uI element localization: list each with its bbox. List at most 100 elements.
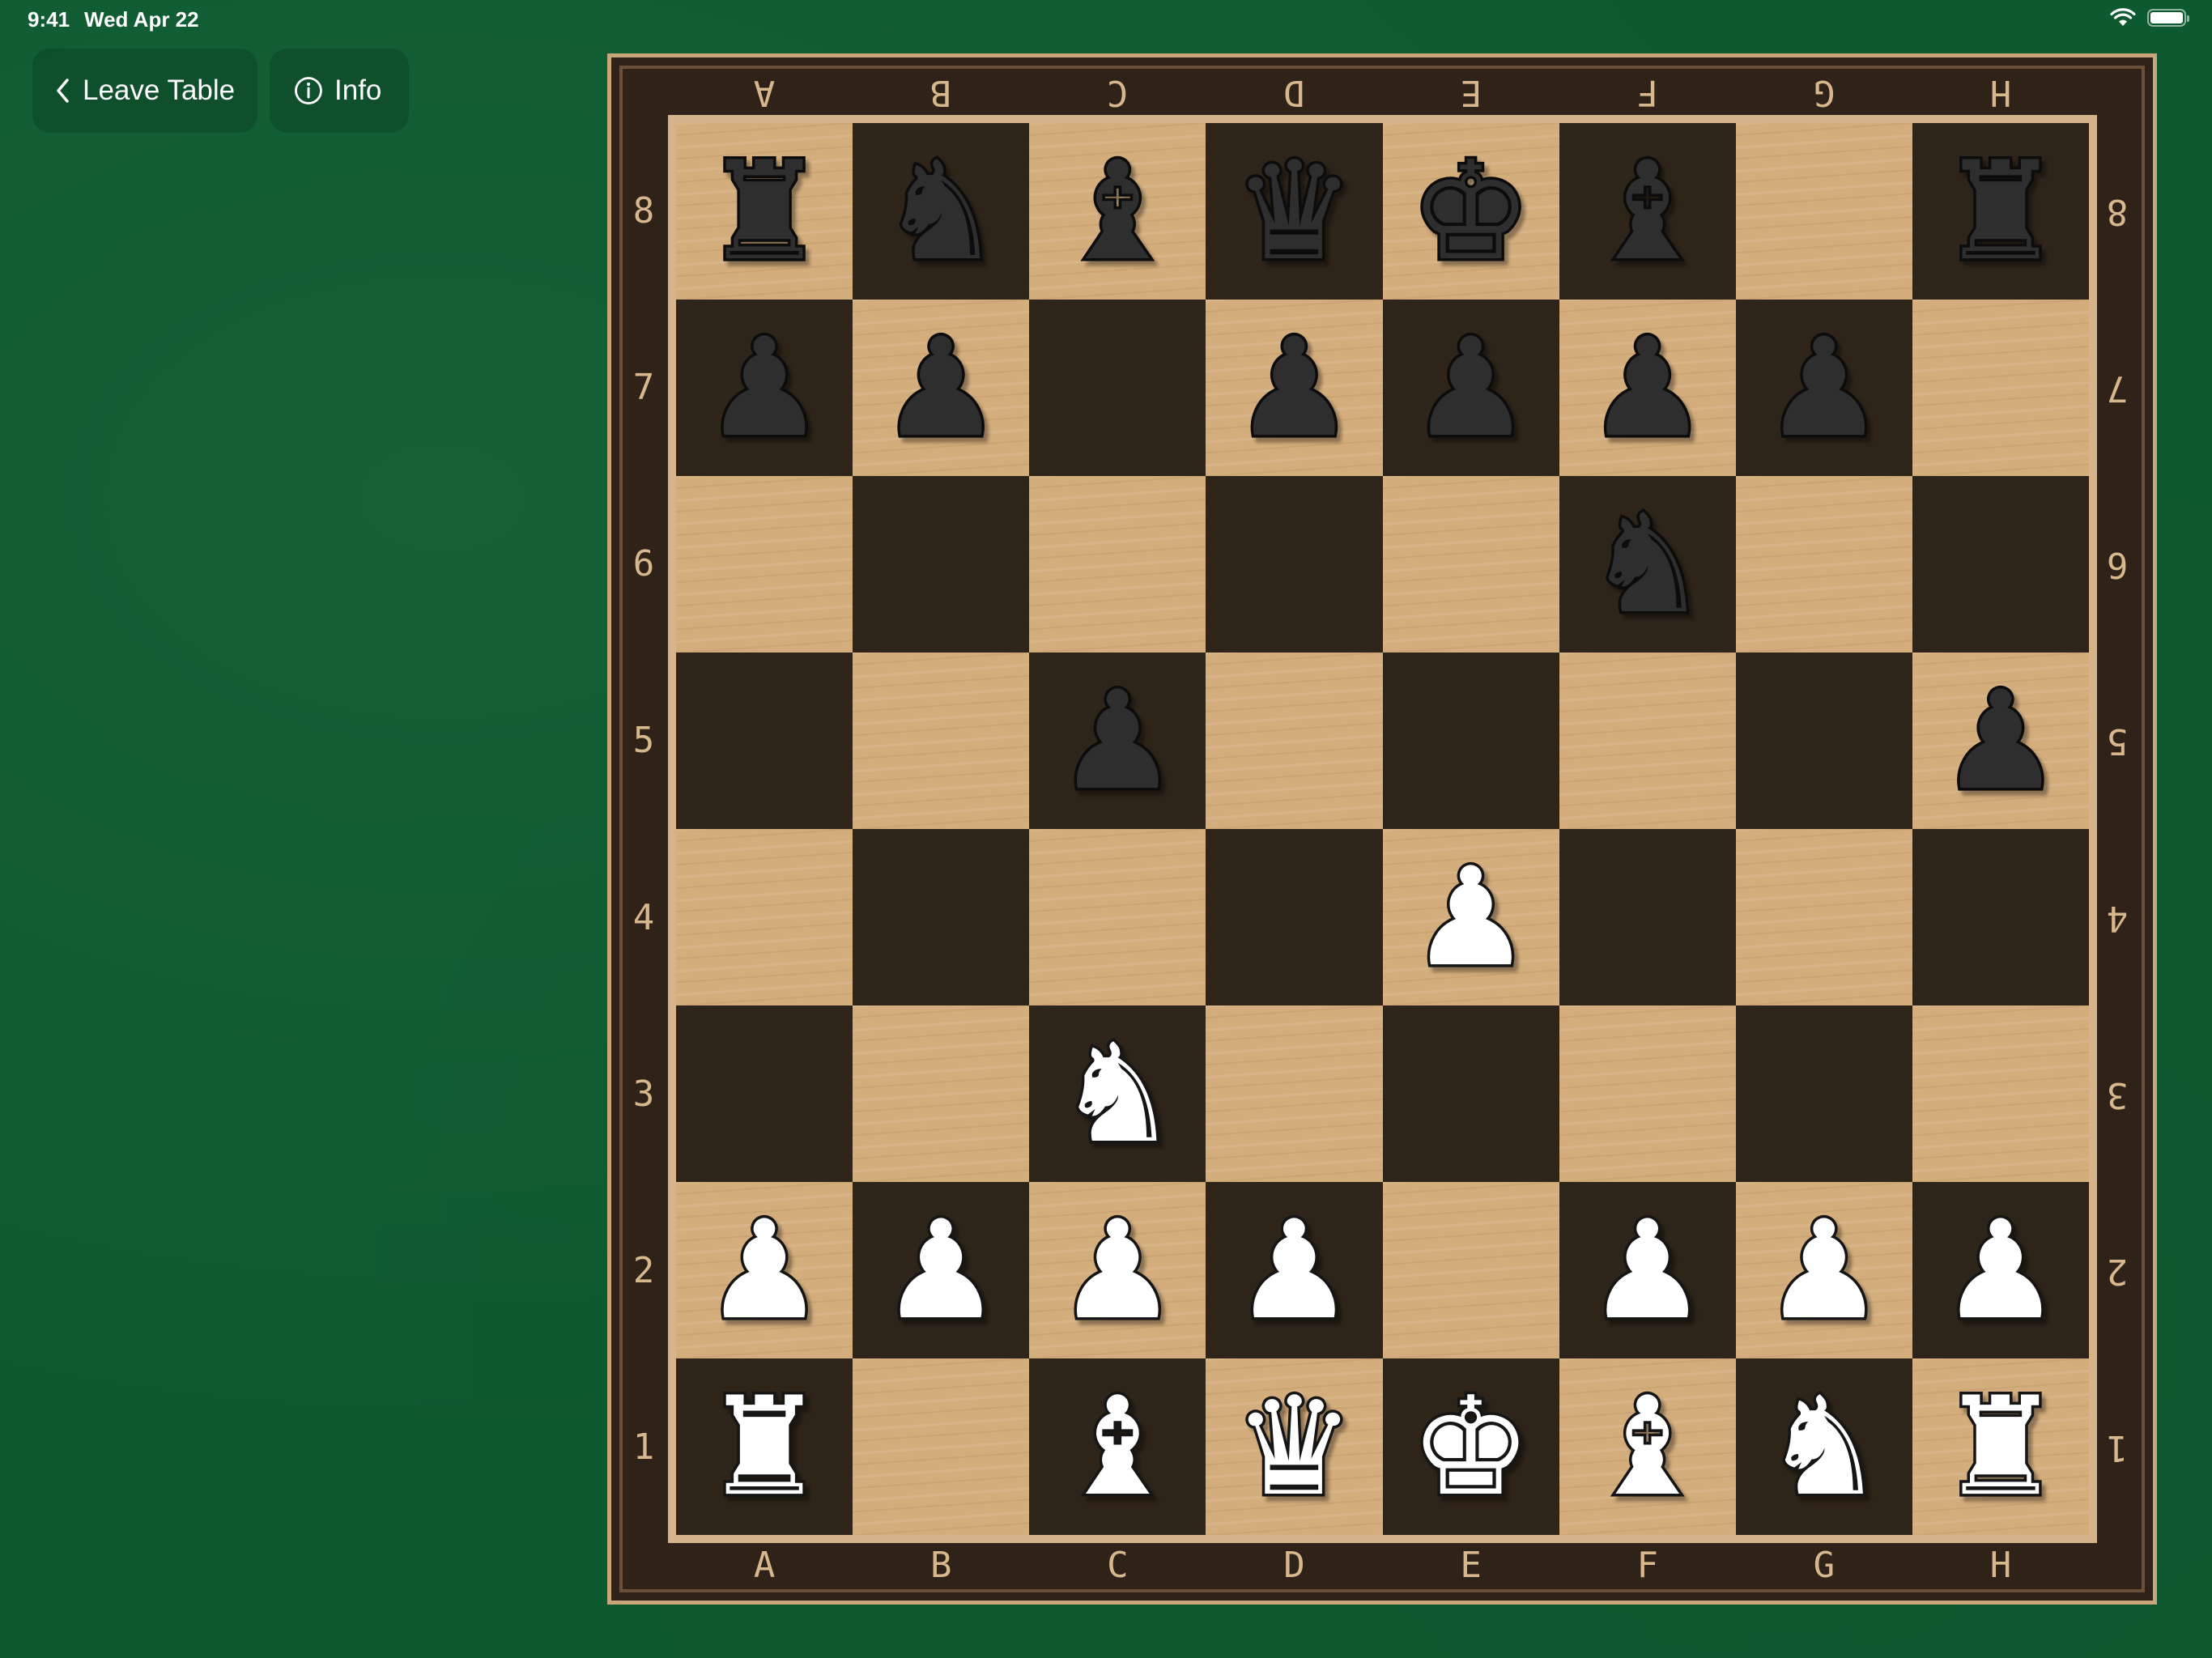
square-e8[interactable]: ♚ bbox=[1382, 123, 1559, 300]
square-c5[interactable]: ♟ bbox=[1029, 653, 1206, 829]
square-a6[interactable] bbox=[676, 476, 853, 653]
square-c6[interactable] bbox=[1029, 476, 1206, 653]
square-h7[interactable] bbox=[1912, 300, 2089, 476]
black-rook-a8[interactable]: ♜ bbox=[700, 141, 828, 283]
square-h1[interactable]: ♜ bbox=[1912, 1358, 2089, 1535]
square-c7[interactable] bbox=[1029, 300, 1206, 476]
square-d3[interactable] bbox=[1206, 1005, 1383, 1182]
white-pawn-a2[interactable]: ♟ bbox=[700, 1200, 828, 1341]
white-pawn-g2[interactable]: ♟ bbox=[1760, 1200, 1888, 1341]
black-pawn-e7[interactable]: ♟ bbox=[1407, 317, 1535, 459]
square-a7[interactable]: ♟ bbox=[676, 300, 853, 476]
square-f6[interactable]: ♞ bbox=[1559, 476, 1736, 653]
square-a4[interactable] bbox=[676, 829, 853, 1005]
black-knight-f6[interactable]: ♞ bbox=[1584, 494, 1712, 636]
square-g1[interactable]: ♞ bbox=[1735, 1358, 1912, 1535]
square-f8[interactable]: ♝ bbox=[1559, 123, 1736, 300]
square-b1[interactable] bbox=[853, 1358, 1030, 1535]
black-rook-h8[interactable]: ♜ bbox=[1937, 141, 2065, 283]
file-label-top-e: E bbox=[1460, 72, 1482, 113]
square-d5[interactable] bbox=[1206, 653, 1383, 829]
black-pawn-g7[interactable]: ♟ bbox=[1760, 317, 1888, 459]
black-pawn-c5[interactable]: ♟ bbox=[1054, 670, 1182, 812]
white-knight-c3[interactable]: ♞ bbox=[1054, 1023, 1182, 1165]
square-b4[interactable] bbox=[853, 829, 1030, 1005]
info-button[interactable]: Info bbox=[270, 49, 409, 133]
square-b2[interactable]: ♟ bbox=[853, 1182, 1030, 1358]
black-pawn-f7[interactable]: ♟ bbox=[1584, 317, 1712, 459]
square-a8[interactable]: ♜ bbox=[676, 123, 853, 300]
square-f2[interactable]: ♟ bbox=[1559, 1182, 1736, 1358]
square-g5[interactable] bbox=[1735, 653, 1912, 829]
square-b7[interactable]: ♟ bbox=[853, 300, 1030, 476]
square-a1[interactable]: ♜ bbox=[676, 1358, 853, 1535]
white-king-e1[interactable]: ♚ bbox=[1407, 1376, 1535, 1518]
square-a5[interactable] bbox=[676, 653, 853, 829]
square-f7[interactable]: ♟ bbox=[1559, 300, 1736, 476]
square-f5[interactable] bbox=[1559, 653, 1736, 829]
square-e2[interactable] bbox=[1382, 1182, 1559, 1358]
white-pawn-b2[interactable]: ♟ bbox=[877, 1200, 1005, 1341]
white-pawn-h2[interactable]: ♟ bbox=[1937, 1200, 2065, 1341]
white-knight-g1[interactable]: ♞ bbox=[1760, 1376, 1888, 1518]
white-queen-d1[interactable]: ♛ bbox=[1231, 1376, 1359, 1518]
square-h4[interactable] bbox=[1912, 829, 2089, 1005]
black-pawn-d7[interactable]: ♟ bbox=[1231, 317, 1359, 459]
square-f3[interactable] bbox=[1559, 1005, 1736, 1182]
square-c4[interactable] bbox=[1029, 829, 1206, 1005]
square-c1[interactable]: ♝ bbox=[1029, 1358, 1206, 1535]
black-pawn-a7[interactable]: ♟ bbox=[700, 317, 828, 459]
square-e4[interactable]: ♟ bbox=[1382, 829, 1559, 1005]
square-c3[interactable]: ♞ bbox=[1029, 1005, 1206, 1182]
white-bishop-f1[interactable]: ♝ bbox=[1584, 1376, 1712, 1518]
square-a3[interactable] bbox=[676, 1005, 853, 1182]
square-d7[interactable]: ♟ bbox=[1206, 300, 1383, 476]
square-b6[interactable] bbox=[853, 476, 1030, 653]
square-f4[interactable] bbox=[1559, 829, 1736, 1005]
square-g4[interactable] bbox=[1735, 829, 1912, 1005]
square-h8[interactable]: ♜ bbox=[1912, 123, 2089, 300]
square-a2[interactable]: ♟ bbox=[676, 1182, 853, 1358]
white-pawn-e4[interactable]: ♟ bbox=[1407, 847, 1535, 988]
white-rook-a1[interactable]: ♜ bbox=[700, 1376, 828, 1518]
square-b8[interactable]: ♞ bbox=[853, 123, 1030, 300]
square-e5[interactable] bbox=[1382, 653, 1559, 829]
square-g2[interactable]: ♟ bbox=[1735, 1182, 1912, 1358]
rank-label-left-6: 6 bbox=[632, 543, 655, 585]
white-pawn-c2[interactable]: ♟ bbox=[1054, 1200, 1182, 1341]
black-queen-d8[interactable]: ♛ bbox=[1231, 141, 1359, 283]
black-bishop-f8[interactable]: ♝ bbox=[1584, 141, 1712, 283]
black-bishop-c8[interactable]: ♝ bbox=[1054, 141, 1182, 283]
square-e6[interactable] bbox=[1382, 476, 1559, 653]
white-pawn-d2[interactable]: ♟ bbox=[1231, 1200, 1359, 1341]
white-pawn-f2[interactable]: ♟ bbox=[1584, 1200, 1712, 1341]
square-c8[interactable]: ♝ bbox=[1029, 123, 1206, 300]
square-h3[interactable] bbox=[1912, 1005, 2089, 1182]
square-h5[interactable]: ♟ bbox=[1912, 653, 2089, 829]
square-b5[interactable] bbox=[853, 653, 1030, 829]
square-d8[interactable]: ♛ bbox=[1206, 123, 1383, 300]
square-e7[interactable]: ♟ bbox=[1382, 300, 1559, 476]
white-rook-h1[interactable]: ♜ bbox=[1937, 1376, 2065, 1518]
square-b3[interactable] bbox=[853, 1005, 1030, 1182]
square-g3[interactable] bbox=[1735, 1005, 1912, 1182]
square-h2[interactable]: ♟ bbox=[1912, 1182, 2089, 1358]
square-e3[interactable] bbox=[1382, 1005, 1559, 1182]
white-bishop-c1[interactable]: ♝ bbox=[1054, 1376, 1182, 1518]
square-g8[interactable] bbox=[1735, 123, 1912, 300]
square-g7[interactable]: ♟ bbox=[1735, 300, 1912, 476]
leave-table-button[interactable]: Leave Table bbox=[32, 49, 257, 133]
black-pawn-b7[interactable]: ♟ bbox=[877, 317, 1005, 459]
square-g6[interactable] bbox=[1735, 476, 1912, 653]
square-e1[interactable]: ♚ bbox=[1382, 1358, 1559, 1535]
square-d4[interactable] bbox=[1206, 829, 1383, 1005]
square-h6[interactable] bbox=[1912, 476, 2089, 653]
black-king-e8[interactable]: ♚ bbox=[1407, 141, 1535, 283]
black-knight-b8[interactable]: ♞ bbox=[877, 141, 1005, 283]
square-d6[interactable] bbox=[1206, 476, 1383, 653]
square-f1[interactable]: ♝ bbox=[1559, 1358, 1736, 1535]
square-d2[interactable]: ♟ bbox=[1206, 1182, 1383, 1358]
square-c2[interactable]: ♟ bbox=[1029, 1182, 1206, 1358]
black-pawn-h5[interactable]: ♟ bbox=[1937, 670, 2065, 812]
square-d1[interactable]: ♛ bbox=[1206, 1358, 1383, 1535]
